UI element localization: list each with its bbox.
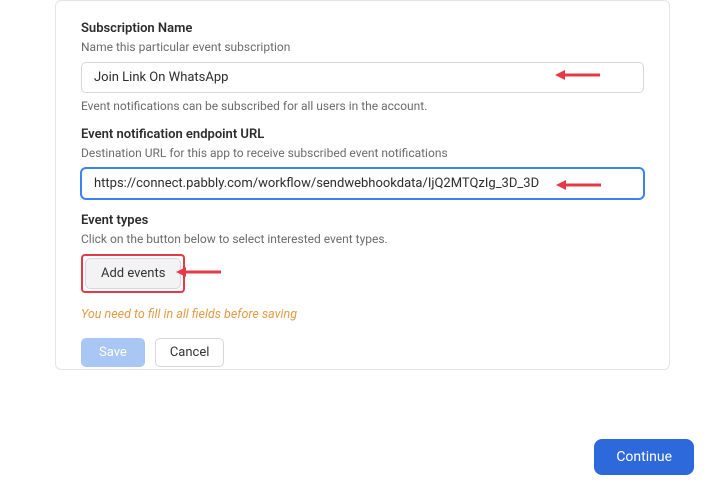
add-events-button[interactable]: Add events <box>85 258 181 289</box>
continue-button[interactable]: Continue <box>594 439 694 475</box>
event-types-label: Event types <box>81 213 644 228</box>
endpoint-url-label: Event notification endpoint URL <box>81 127 644 142</box>
event-types-group: Event types Click on the button below to… <box>81 213 644 293</box>
endpoint-url-desc: Destination URL for this app to receive … <box>81 146 644 160</box>
subscription-form-card: Subscription Name Name this particular e… <box>55 0 670 370</box>
arrow-annotation-icon <box>555 69 600 81</box>
add-events-highlight: Add events <box>81 254 185 293</box>
subscription-name-help: Event notifications can be subscribed fo… <box>81 99 644 113</box>
arrow-annotation-icon <box>176 266 221 278</box>
subscription-name-desc: Name this particular event subscription <box>81 40 644 54</box>
save-button[interactable]: Save <box>81 338 145 367</box>
validation-warning: You need to fill in all fields before sa… <box>81 307 644 322</box>
event-types-desc: Click on the button below to select inte… <box>81 232 644 246</box>
form-actions: Save Cancel <box>81 338 644 367</box>
subscription-name-label: Subscription Name <box>81 21 644 36</box>
subscription-name-group: Subscription Name Name this particular e… <box>81 21 644 113</box>
arrow-annotation-icon <box>556 179 601 191</box>
cancel-button[interactable]: Cancel <box>155 338 225 367</box>
